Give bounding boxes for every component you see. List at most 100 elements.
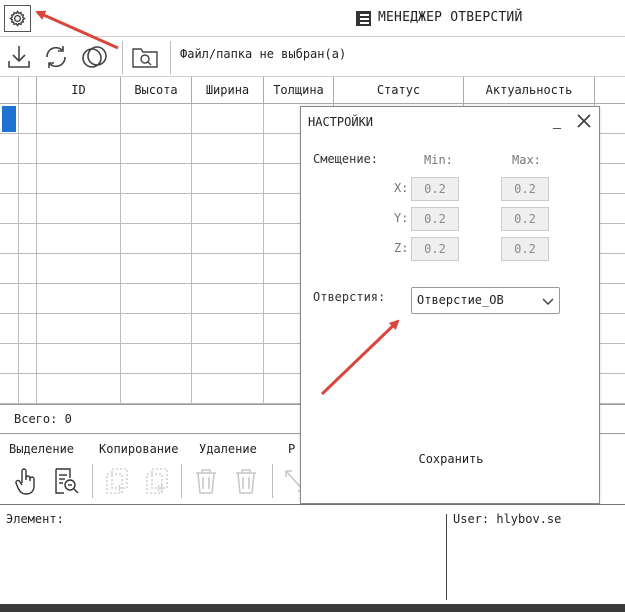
table-cell[interactable] — [37, 314, 121, 344]
document-search-icon — [55, 468, 79, 494]
delete-2-button[interactable] — [230, 464, 262, 498]
svg-text:II: II — [157, 484, 163, 493]
group-label-selection: Выделение — [9, 442, 75, 456]
table-cell[interactable] — [121, 374, 192, 404]
status-bar: Элемент: User: hlybov.se — [0, 506, 625, 604]
save-button[interactable]: Сохранить — [396, 447, 506, 471]
offset-y-min-field[interactable]: 0.2 — [411, 207, 459, 231]
close-button[interactable] — [574, 110, 594, 132]
table-cell[interactable] — [0, 164, 19, 194]
table-cell[interactable] — [192, 344, 264, 374]
element-label: Элемент: — [6, 512, 64, 526]
table-cell[interactable] — [121, 224, 192, 254]
table-cell[interactable] — [121, 134, 192, 164]
table-cell[interactable] — [192, 224, 264, 254]
table-cell[interactable] — [19, 104, 37, 134]
download-icon — [8, 46, 30, 68]
download-button[interactable] — [2, 40, 36, 74]
table-cell[interactable] — [19, 194, 37, 224]
column-header-flag[interactable] — [19, 77, 37, 104]
min-column-label: Min: — [424, 153, 453, 167]
table-cell[interactable] — [192, 254, 264, 284]
column-header-id[interactable]: ID — [37, 77, 121, 104]
close-icon — [577, 114, 591, 128]
column-header-status[interactable]: Статус — [334, 77, 464, 104]
column-header-thickness[interactable]: Толщина — [264, 77, 334, 104]
circles-button[interactable] — [78, 40, 112, 74]
table-cell[interactable] — [192, 194, 264, 224]
select-in-model-button[interactable] — [50, 464, 82, 498]
table-cell[interactable] — [121, 104, 192, 134]
table-cell[interactable] — [19, 164, 37, 194]
hole-type-select[interactable]: Отверстие_ОВ — [411, 287, 560, 314]
title-bar: МЕНЕДЖЕР ОТВЕРСТИЙ — [0, 0, 625, 37]
offset-y-max-field[interactable]: 0.2 — [501, 207, 549, 231]
table-cell[interactable] — [19, 314, 37, 344]
table-cell[interactable] — [19, 344, 37, 374]
table-cell[interactable] — [19, 134, 37, 164]
select-button[interactable] — [10, 464, 42, 498]
file-status-label: Файл/папка не выбран(а) — [180, 47, 347, 61]
table-cell[interactable] — [121, 254, 192, 284]
offset-z-min-field[interactable]: 0.2 — [411, 237, 459, 261]
table-cell[interactable] — [37, 134, 121, 164]
column-header-relevance[interactable]: Актуальность — [464, 77, 595, 104]
copy-1-button[interactable]: I — [101, 464, 133, 498]
table-cell[interactable] — [37, 224, 121, 254]
table-cell[interactable] — [121, 284, 192, 314]
table-cell[interactable] — [19, 284, 37, 314]
trash-2-icon — [236, 469, 256, 494]
offset-z-max-field[interactable]: 0.2 — [501, 237, 549, 261]
table-cell[interactable] — [192, 284, 264, 314]
delete-1-button[interactable] — [190, 464, 222, 498]
settings-button[interactable] — [4, 5, 31, 32]
max-column-label: Max: — [512, 153, 541, 167]
group-label-copy: Копирование — [99, 442, 179, 456]
table-cell[interactable] — [121, 164, 192, 194]
table-cell[interactable] — [0, 134, 19, 164]
minimize-button[interactable]: _ — [548, 110, 566, 132]
table-cell[interactable] — [121, 194, 192, 224]
table-cell[interactable] — [37, 164, 121, 194]
copy-2-button[interactable]: II — [141, 464, 173, 498]
offset-x-min-field[interactable]: 0.2 — [411, 177, 459, 201]
table-cell[interactable] — [121, 314, 192, 344]
copy-2-icon: II — [146, 468, 168, 494]
group-label-resize: Р — [288, 442, 296, 456]
table-cell[interactable] — [192, 164, 264, 194]
table-cell[interactable] — [192, 314, 264, 344]
table-cell[interactable] — [0, 224, 19, 254]
hole-manager-window: МЕНЕДЖЕР ОТВЕРСТИЙ Файл/папка не выбран(… — [0, 0, 625, 604]
table-cell[interactable] — [37, 374, 121, 404]
actions-separator — [272, 464, 273, 498]
table-cell[interactable] — [0, 194, 19, 224]
table-cell[interactable] — [19, 254, 37, 284]
table-cell[interactable] — [0, 344, 19, 374]
gear-icon — [9, 10, 26, 27]
table-cell[interactable] — [0, 254, 19, 284]
table-cell[interactable] — [19, 224, 37, 254]
table-cell[interactable] — [121, 344, 192, 374]
table-cell[interactable] — [37, 104, 121, 134]
group-label-delete: Удаление — [199, 442, 257, 456]
folder-search-button[interactable] — [128, 40, 162, 74]
table-cell[interactable] — [0, 374, 19, 404]
offset-x-max-field[interactable]: 0.2 — [501, 177, 549, 201]
table-cell[interactable] — [37, 254, 121, 284]
hand-pointer-icon — [15, 468, 35, 495]
table-cell[interactable] — [19, 374, 37, 404]
table-cell[interactable] — [0, 314, 19, 344]
table-cell[interactable] — [192, 374, 264, 404]
table-cell[interactable] — [0, 284, 19, 314]
table-cell[interactable] — [37, 284, 121, 314]
app-logo-icon — [356, 11, 371, 26]
svg-text:I: I — [118, 484, 121, 493]
refresh-button[interactable] — [39, 40, 73, 74]
table-cell[interactable] — [37, 344, 121, 374]
table-cell[interactable] — [37, 194, 121, 224]
table-cell[interactable] — [192, 104, 264, 134]
column-header-select[interactable] — [0, 77, 19, 104]
table-cell[interactable] — [192, 134, 264, 164]
column-header-height[interactable]: Высота — [121, 77, 192, 104]
column-header-width[interactable]: Ширина — [192, 77, 264, 104]
